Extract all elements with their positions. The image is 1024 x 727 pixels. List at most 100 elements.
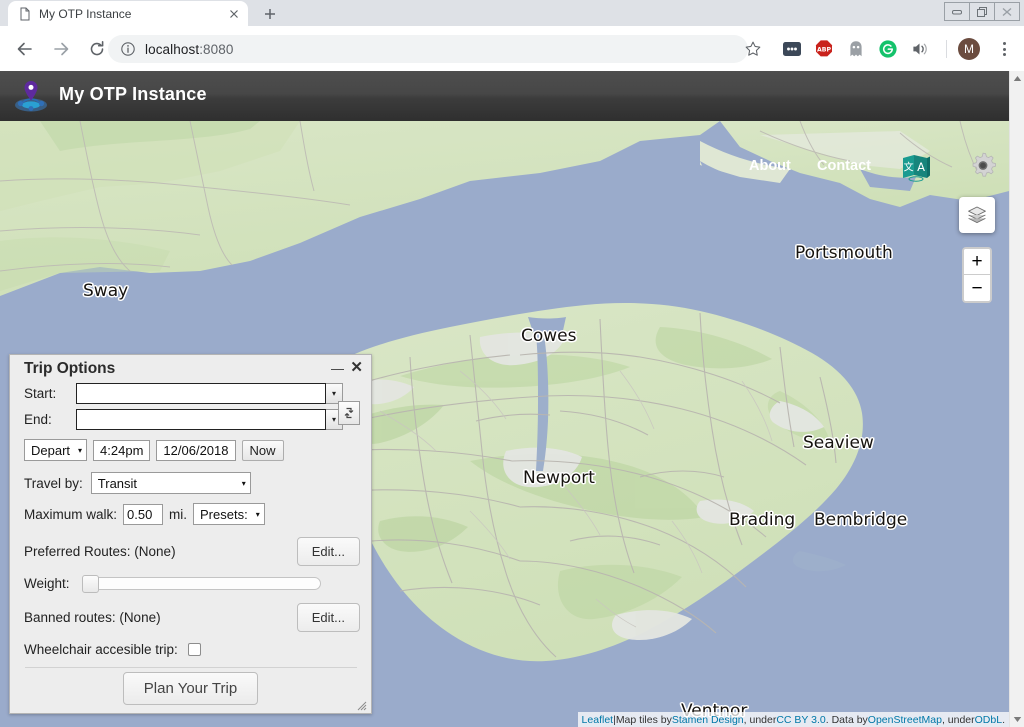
ccby-link[interactable]: CC BY 3.0 (776, 714, 825, 726)
address-bar-text: localhost:8080 (145, 42, 233, 57)
travel-by-row: Travel by: Transit ▾ (24, 472, 360, 494)
plan-trip-row: Plan Your Trip (10, 668, 371, 713)
new-tab-button[interactable] (258, 4, 282, 24)
close-icon[interactable]: ✕ (350, 360, 363, 375)
app-header: My OTP Instance About Contact 文 A (0, 71, 1009, 182)
panel-body: Start: ▾ End: ▾ Depart ▾ 4:24pm 12/06/20… (10, 383, 371, 668)
forward-arrow-icon[interactable] (46, 34, 76, 64)
depart-arrive-select[interactable]: Depart ▾ (24, 439, 88, 461)
start-input[interactable] (76, 383, 326, 404)
address-bar[interactable]: localhost:8080 (108, 35, 748, 63)
extension-icons: ABP (782, 35, 930, 63)
preferred-routes-row: Preferred Routes: (None) Edit... (24, 536, 360, 566)
weight-label: Weight: (24, 576, 70, 591)
window-restore-button[interactable] (969, 2, 995, 21)
edit-preferred-routes-button[interactable]: Edit... (296, 536, 360, 566)
attr-under-2: , under (941, 713, 975, 726)
browser-toolbar: localhost:8080 ABP M (0, 26, 1024, 71)
departure-row: Depart ▾ 4:24pm 12/06/2018 Now (24, 439, 360, 461)
sound-volume-icon[interactable] (910, 39, 930, 59)
otp-map-pin-logo (12, 77, 50, 115)
dots-extension-icon[interactable] (782, 39, 802, 59)
edit-banned-routes-button[interactable]: Edit... (296, 602, 360, 632)
preferred-routes-label: Preferred Routes: (None) (24, 543, 176, 559)
tab-title: My OTP Instance (39, 6, 132, 21)
back-arrow-icon[interactable] (10, 34, 40, 64)
leaflet-link[interactable]: Leaflet (582, 714, 614, 726)
now-button[interactable]: Now (241, 439, 284, 461)
browser-tab[interactable]: My OTP Instance (8, 1, 248, 26)
scroll-down-icon[interactable] (1010, 712, 1024, 727)
zoom-in-button[interactable]: + (964, 249, 990, 275)
odbl-link[interactable]: ODbL (975, 714, 1002, 726)
svg-text:ABP: ABP (817, 47, 832, 54)
presets-label: Presets: (200, 506, 248, 522)
layers-icon[interactable] (959, 197, 995, 233)
trip-options-panel: Trip Options — ✕ Start: ▾ End: ▾ Depart … (9, 354, 372, 714)
date-input[interactable]: 12/06/2018 (156, 439, 236, 461)
wheelchair-checkbox[interactable] (187, 643, 201, 656)
window-close-button[interactable] (994, 2, 1020, 21)
start-label: Start: (24, 386, 57, 401)
wheelchair-label: Wheelchair accesible trip: (24, 642, 178, 657)
translate-icon[interactable]: 文 A (899, 152, 933, 182)
url-port: :8080 (199, 41, 234, 57)
stamen-link[interactable]: Stamen Design (672, 714, 744, 726)
plan-your-trip-button[interactable]: Plan Your Trip (122, 672, 259, 705)
close-icon[interactable] (226, 6, 242, 22)
attr-tiles-by: Map tiles by (615, 713, 672, 726)
window-minimize-button[interactable] (944, 2, 970, 21)
page-scrollbar[interactable] (1009, 71, 1024, 727)
ghostery-icon[interactable] (846, 39, 866, 59)
weight-slider-handle[interactable] (81, 575, 99, 593)
info-circle-icon[interactable] (120, 41, 136, 57)
grammarly-icon[interactable] (878, 39, 898, 59)
weight-slider[interactable] (81, 575, 321, 593)
star-icon[interactable] (744, 40, 762, 63)
end-input[interactable] (76, 409, 326, 430)
panel-title: Trip Options (24, 360, 116, 377)
depart-value: Depart (31, 442, 71, 458)
end-combobox[interactable]: ▾ (76, 409, 343, 430)
time-input[interactable]: 4:24pm (93, 439, 151, 461)
weight-row: Weight: (24, 575, 360, 593)
nav-link-contact[interactable]: Contact (817, 158, 871, 174)
travel-by-select[interactable]: Transit ▾ (90, 472, 251, 494)
banned-routes-row: Banned routes: (None) Edit... (24, 602, 360, 632)
wheelchair-row: Wheelchair accesible trip: (24, 642, 360, 657)
app-brand-title: My OTP Instance (59, 84, 207, 104)
panel-header: Trip Options — ✕ (10, 355, 371, 383)
max-walk-label: Maximum walk: (24, 506, 118, 522)
minimize-icon[interactable]: — (331, 362, 344, 375)
kebab-menu-icon[interactable] (994, 38, 1014, 60)
travel-by-label: Travel by: (24, 475, 83, 491)
map-attribution: Leaflet | Map tiles by Stamen Design , u… (577, 712, 1009, 727)
end-row: End: ▾ (24, 409, 360, 430)
window-controls (944, 2, 1020, 22)
avatar[interactable]: M (958, 38, 980, 60)
chevron-down-icon: ▾ (241, 478, 246, 488)
attr-data-by: . Data by (825, 713, 868, 726)
max-walk-row: Maximum walk: mi. Presets: ▾ (24, 503, 360, 525)
travel-by-value: Transit (97, 475, 138, 491)
page-icon (18, 7, 32, 21)
end-label: End: (24, 412, 52, 427)
browser-window: My OTP Instance localhost:8080 ABP M My … (0, 0, 1024, 727)
gear-icon[interactable] (966, 150, 1000, 184)
chevron-down-icon: ▾ (255, 509, 260, 519)
resize-grip-icon[interactable] (356, 699, 367, 711)
banned-routes-label: Banned routes: (None) (24, 609, 161, 625)
swap-start-end-icon[interactable] (338, 401, 360, 425)
max-walk-input[interactable] (123, 503, 164, 525)
attr-under-1: , under (743, 713, 777, 726)
page-viewport: My OTP Instance About Contact 文 A Portsm… (0, 71, 1009, 727)
openstreetmap-link[interactable]: OpenStreetMap (868, 714, 942, 726)
start-combobox[interactable]: ▾ (76, 383, 343, 404)
zoom-out-button[interactable]: − (964, 275, 990, 301)
attr-end: . (1002, 713, 1005, 726)
presets-select[interactable]: Presets: ▾ (193, 503, 265, 525)
scroll-up-icon[interactable] (1010, 71, 1024, 86)
browser-titlebar: My OTP Instance (0, 0, 1024, 26)
nav-link-about[interactable]: About (749, 158, 791, 174)
adblock-plus-icon[interactable]: ABP (814, 39, 834, 59)
